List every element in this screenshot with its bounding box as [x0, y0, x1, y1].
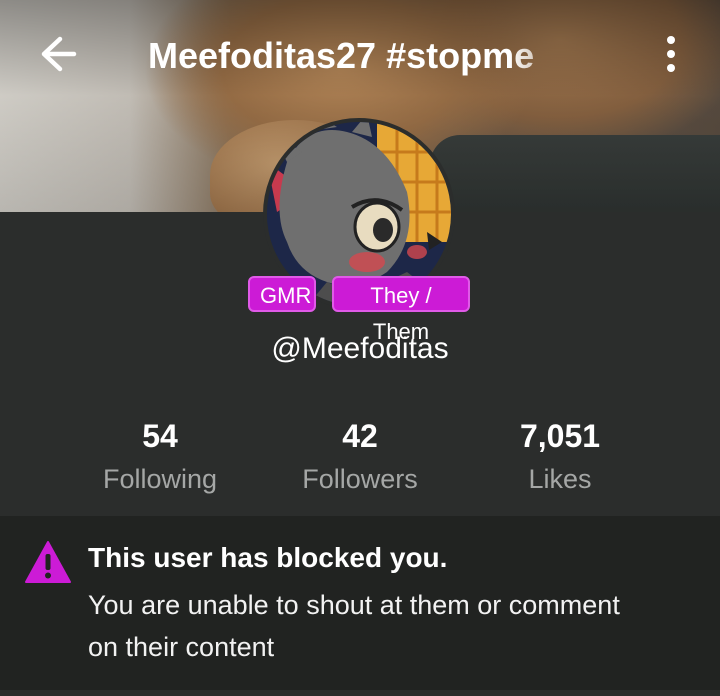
stat-label: Following	[102, 464, 218, 494]
username: @Meefoditas	[271, 332, 449, 365]
profile-tags: GMR They / Them	[0, 276, 720, 344]
divider	[0, 690, 720, 696]
stat-value: 7,051	[519, 418, 601, 454]
stat-following[interactable]: 54 Following	[60, 416, 260, 495]
pronoun-badge: They / Them	[332, 276, 470, 344]
warning-triangle-icon	[25, 541, 71, 583]
more-vertical-icon-dot	[667, 36, 675, 44]
stat-value: 54	[142, 418, 178, 454]
top-bar: Meefoditas27 #stopme	[0, 0, 720, 110]
stat-likes[interactable]: 7,051 Likes	[460, 416, 660, 495]
stat-label: Followers	[302, 464, 418, 494]
notice-title: This user has blocked you.	[88, 542, 448, 573]
more-vertical-icon-dot	[667, 50, 675, 58]
arrow-left-icon	[41, 36, 77, 72]
tag-badge: GMR	[248, 276, 316, 312]
more-vertical-icon-dot	[667, 64, 675, 72]
stat-followers[interactable]: 42 Followers	[260, 416, 460, 495]
more-options-button[interactable]	[654, 34, 688, 74]
back-button[interactable]	[30, 32, 80, 76]
stat-label: Likes	[528, 464, 592, 494]
stat-value: 42	[342, 418, 378, 454]
notice-body: You are unable to shout at them or comme…	[88, 590, 620, 662]
page-title: Meefoditas27 #stopme	[148, 35, 535, 76]
